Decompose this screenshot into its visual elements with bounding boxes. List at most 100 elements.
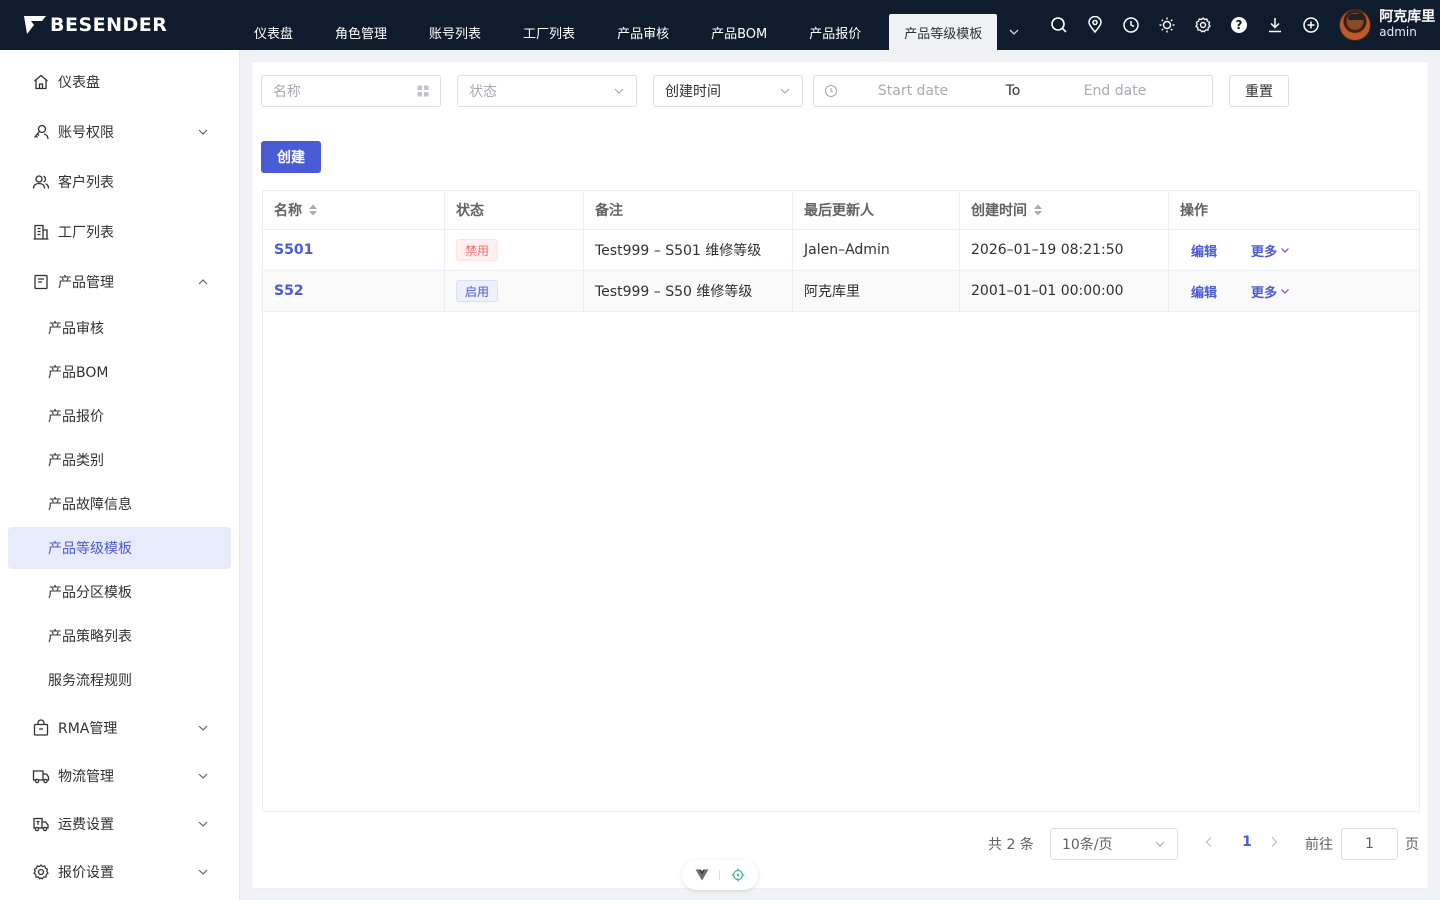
crosshair-icon[interactable] (731, 868, 745, 882)
avatar (1339, 9, 1372, 41)
column-label: 备注 (595, 203, 623, 219)
sidebar-subitem-service-flow-rules[interactable]: 服务流程规则 (8, 659, 231, 701)
search-button[interactable] (1041, 0, 1077, 50)
sidebar-subitem-product-quote[interactable]: 产品报价 (8, 395, 231, 437)
top-bar: BESENDER 仪表盘 角色管理 账号列表 工厂列表 产品审核 产品BOM 产… (0, 0, 1440, 50)
settings-button[interactable] (1185, 0, 1221, 50)
sidebar-subitem-product-fault-info[interactable]: 产品故障信息 (8, 483, 231, 525)
building-icon (32, 223, 50, 241)
row-remark: Test999 – S501 维修等级 (595, 243, 762, 259)
sidebar-subitem-product-zone-template[interactable]: 产品分区模板 (8, 571, 231, 613)
sidebar-item-label: 报价设置 (58, 865, 114, 881)
download-icon (1269, 18, 1282, 33)
sidebar-subitem-product-grade-template[interactable]: 产品等级模板 (8, 527, 231, 569)
sidebar-subitem-label: 服务流程规则 (48, 673, 132, 689)
sidebar-item-account-permissions[interactable]: 账号权限 (8, 111, 231, 153)
column-header-created-time[interactable]: 创建时间 (960, 191, 1169, 229)
tab-product-review[interactable]: 产品审核 (603, 14, 683, 50)
sidebar-item-logistics-management[interactable]: 物流管理 (8, 755, 231, 797)
sort-icon[interactable] (308, 203, 318, 217)
main-panel: 名称 状态 创建时间 Start date To End date 重置 创建 … (251, 61, 1429, 889)
download-button[interactable] (1257, 0, 1293, 50)
top-tabs: 仪表盘 角色管理 账号列表 工厂列表 产品审核 产品BOM 产品报价 产品等级模… (240, 0, 1031, 50)
sidebar-subitem-label: 产品报价 (48, 409, 104, 425)
reset-button[interactable]: 重置 (1229, 75, 1289, 107)
tabs-more-button[interactable] (997, 14, 1031, 50)
row-name-link[interactable]: S52 (274, 283, 304, 299)
date-type-select[interactable]: 创建时间 (653, 75, 803, 107)
table-row: S501 禁用 Test999 – S501 维修等级 Jalen–Admin … (263, 230, 1419, 271)
page-size-select[interactable]: 10条/页 (1050, 828, 1178, 860)
tab-product-bom[interactable]: 产品BOM (697, 14, 781, 50)
tab-dashboard[interactable]: 仪表盘 (240, 14, 307, 50)
row-name-link[interactable]: S501 (274, 242, 313, 258)
more-label: 更多 (1251, 285, 1278, 301)
column-label: 状态 (456, 203, 484, 219)
sidebar-subitem-label: 产品等级模板 (48, 541, 132, 557)
tab-account-list[interactable]: 账号列表 (415, 14, 495, 50)
sidebar-item-customer-list[interactable]: 客户列表 (8, 161, 231, 203)
create-button[interactable]: 创建 (261, 141, 321, 173)
status-filter-select[interactable]: 状态 (457, 75, 637, 107)
tab-product-grade-template[interactable]: 产品等级模板 (889, 14, 998, 50)
sidebar-subitem-product-review[interactable]: 产品审核 (8, 307, 231, 349)
row-updater: Jalen–Admin (804, 242, 890, 258)
chevron-up-icon (198, 279, 208, 285)
tab-role-management[interactable]: 角色管理 (321, 14, 401, 50)
sidebar-item-factory-list[interactable]: 工厂列表 (8, 211, 231, 253)
status-filter-placeholder: 状态 (469, 84, 497, 100)
sidebar-subitem-product-strategy-list[interactable]: 产品策略列表 (8, 615, 231, 657)
row-updater: 阿克库里 (804, 284, 860, 300)
name-filter-input[interactable]: 名称 (261, 75, 441, 107)
more-dropdown[interactable]: 更多 (1251, 241, 1290, 260)
vue-logo-icon[interactable] (695, 869, 709, 881)
sidebar-item-product-management[interactable]: 产品管理 (8, 261, 231, 303)
sidebar-item-rma-management[interactable]: RMA管理 (8, 707, 231, 749)
sidebar-subitem-label: 产品故障信息 (48, 497, 132, 513)
date-range-picker[interactable]: Start date To End date (813, 75, 1213, 107)
gear-icon (1195, 17, 1212, 33)
edit-button[interactable]: 编辑 (1191, 241, 1217, 260)
more-dropdown[interactable]: 更多 (1251, 282, 1290, 301)
page-size-value: 10条/页 (1062, 837, 1113, 853)
theme-button[interactable] (1149, 0, 1185, 50)
sidebar-item-label: 工厂列表 (58, 225, 114, 241)
sidebar-subitem-product-bom[interactable]: 产品BOM (8, 351, 231, 393)
tab-label: 工厂列表 (523, 26, 576, 42)
sidebar-item-freight-settings[interactable]: 运费设置 (8, 803, 231, 845)
tab-factory-list[interactable]: 工厂列表 (509, 14, 589, 50)
end-date-placeholder: End date (1083, 83, 1147, 99)
product-icon (32, 273, 50, 291)
edit-button[interactable]: 编辑 (1191, 282, 1217, 301)
column-header-status: 状态 (445, 191, 584, 229)
page-number-current[interactable]: 1 (1236, 834, 1258, 850)
tab-label: 产品报价 (809, 26, 862, 42)
key-user-icon (32, 123, 50, 141)
sidebar-item-dashboard[interactable]: 仪表盘 (8, 61, 231, 103)
goto-page-input[interactable]: 1 (1341, 828, 1398, 860)
chevron-down-icon (614, 88, 624, 94)
chevron-down-icon (198, 773, 208, 779)
status-badge: 启用 (456, 280, 499, 302)
chevron-down-icon (1009, 29, 1019, 35)
help-button[interactable]: ? (1221, 0, 1257, 50)
sidebar-item-quote-settings[interactable]: 报价设置 (8, 851, 231, 893)
sidebar-subitem-product-category[interactable]: 产品类别 (8, 439, 231, 481)
brand-logo[interactable]: BESENDER (0, 0, 240, 50)
user-role: admin (1379, 25, 1417, 39)
sort-icon[interactable] (1033, 203, 1043, 217)
svg-text:?: ? (1236, 18, 1243, 32)
prev-page-icon[interactable] (1204, 836, 1214, 848)
column-header-name[interactable]: 名称 (263, 191, 445, 229)
user-menu[interactable]: 阿克库里 admin (1339, 9, 1435, 41)
settings-icon (32, 863, 50, 881)
tab-product-quote[interactable]: 产品报价 (795, 14, 875, 50)
tab-label: 角色管理 (335, 26, 388, 42)
add-button[interactable] (1293, 0, 1329, 50)
history-button[interactable] (1113, 0, 1149, 50)
next-page-icon[interactable] (1269, 836, 1279, 848)
sidebar-item-label: 物流管理 (58, 769, 114, 785)
clock-icon (1123, 17, 1139, 33)
grid-icon (417, 85, 429, 97)
location-button[interactable] (1077, 0, 1113, 50)
